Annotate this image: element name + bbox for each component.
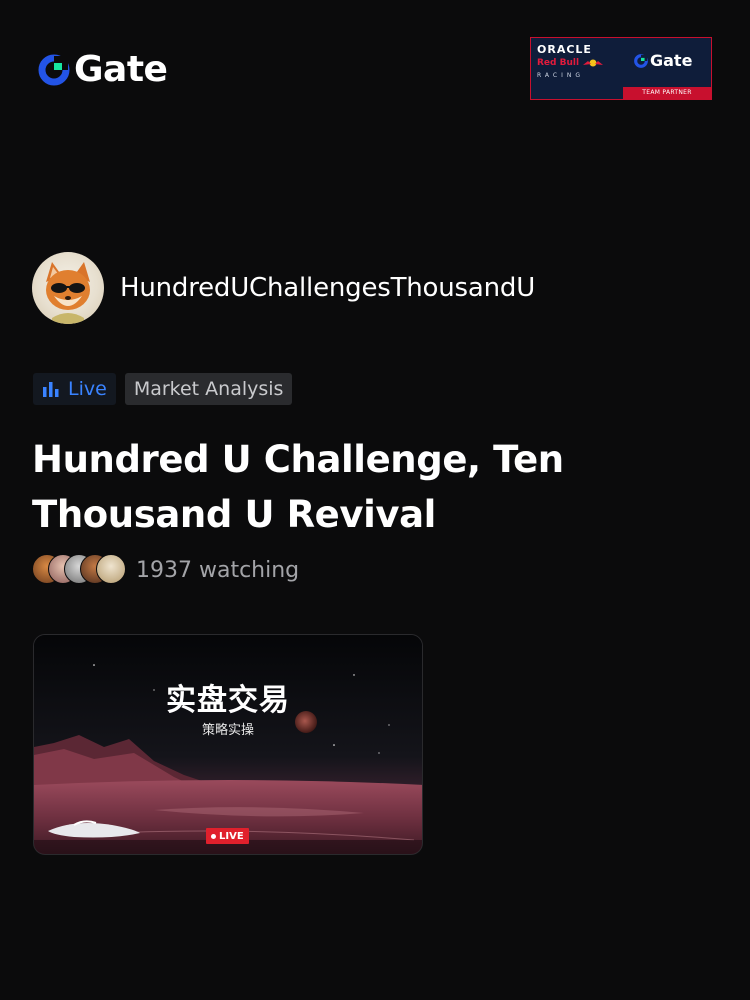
category-tag[interactable]: Market Analysis [124, 373, 293, 405]
gate-logo-icon [634, 54, 648, 68]
viewer-avatars [32, 554, 126, 586]
stream-title: Hundred U Challenge, Ten Thousand U Revi… [32, 438, 564, 536]
redbull-label: Red Bull [537, 57, 629, 69]
live-stream-page: Gate ORACLE Red Bull RACING Gate TEAM PA… [0, 0, 750, 1000]
streamer-avatar[interactable] [32, 252, 104, 324]
live-dot-icon [211, 833, 216, 839]
live-tag-label: Live [68, 378, 107, 400]
fox-avatar-icon [46, 262, 90, 324]
team-partner-label: TEAM PARTNER [623, 87, 711, 99]
brand-name: Gate [74, 49, 168, 90]
thumbnail-title: 实盘交易 [166, 683, 290, 718]
partner-gate-logo: Gate [633, 52, 692, 70]
gate-logo[interactable]: Gate [36, 49, 168, 90]
live-bars-icon [43, 382, 59, 397]
stream-tags: Live Market Analysis [33, 373, 293, 405]
racing-label: RACING [537, 72, 585, 79]
live-badge: LIVE [206, 828, 249, 844]
team-partner-badge: ORACLE Red Bull RACING Gate TEAM PARTNER [530, 37, 712, 100]
live-tag: Live [33, 373, 116, 405]
oracle-label: ORACLE [537, 43, 592, 56]
streamer-info[interactable]: HundredUChallengesThousandU [32, 252, 535, 324]
redbull-icon [583, 59, 604, 67]
streamer-name[interactable]: HundredUChallengesThousandU [120, 273, 535, 303]
landscape-image [34, 635, 422, 854]
viewer-count: 1937 watching [32, 554, 299, 586]
viewer-avatar [96, 554, 126, 584]
watching-count: 1937 watching [136, 557, 300, 583]
gate-logo-icon [38, 54, 70, 86]
thumbnail-subtitle: 策略实操 [201, 723, 254, 738]
stream-thumbnail[interactable]: 实盘交易 策略实操 LIVE [33, 634, 423, 855]
